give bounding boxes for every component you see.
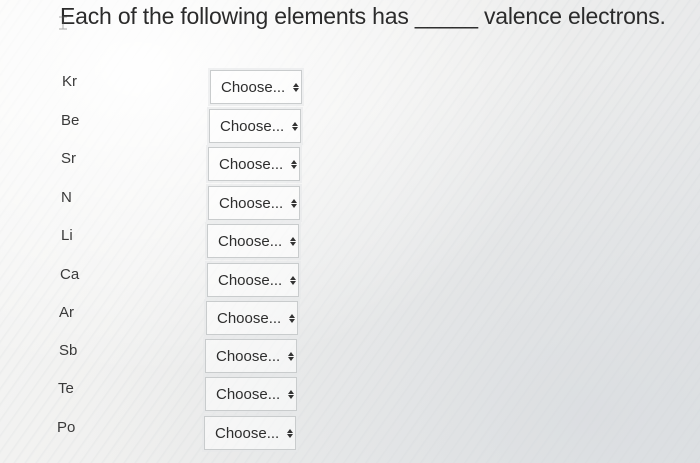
list-item: Ca Choose... <box>0 262 700 300</box>
element-label: Li <box>61 227 73 244</box>
element-label: Po <box>57 419 76 436</box>
answer-select[interactable]: Choose... <box>210 70 302 104</box>
matching-list: Kr Choose... Be Choose... Sr Choose... N… <box>0 0 700 463</box>
up-down-chevron-icon <box>288 350 295 362</box>
up-down-chevron-icon <box>292 120 299 132</box>
up-down-chevron-icon <box>293 81 300 93</box>
answer-select[interactable]: Choose... <box>206 301 298 335</box>
answer-select[interactable]: Choose... <box>207 224 299 258</box>
element-label: Ar <box>59 304 74 321</box>
element-label: Ca <box>60 266 80 283</box>
select-value: Choose... <box>215 424 280 442</box>
up-down-chevron-icon <box>291 197 298 209</box>
up-down-chevron-icon <box>290 274 297 286</box>
up-down-chevron-icon <box>288 388 295 400</box>
element-label: N <box>61 189 72 206</box>
select-value: Choose... <box>219 155 284 173</box>
up-down-chevron-icon <box>287 427 294 439</box>
list-item: Po Choose... <box>0 415 700 453</box>
select-value: Choose... <box>220 117 285 135</box>
list-item: Be Choose... <box>0 108 700 146</box>
select-value: Choose... <box>218 232 283 250</box>
element-label: Kr <box>62 73 77 90</box>
element-label: Be <box>61 112 80 129</box>
list-item: Kr Choose... <box>0 69 700 107</box>
answer-select[interactable]: Choose... <box>209 109 301 143</box>
element-label: Sr <box>61 150 76 167</box>
list-item: N Choose... <box>0 185 700 223</box>
up-down-chevron-icon <box>290 235 297 247</box>
select-value: Choose... <box>217 309 282 327</box>
element-label: Te <box>58 380 74 397</box>
select-value: Choose... <box>221 78 286 96</box>
select-value: Choose... <box>216 385 281 403</box>
select-value: Choose... <box>216 347 281 365</box>
answer-select[interactable]: Choose... <box>204 416 296 450</box>
element-label: Sb <box>59 342 78 359</box>
list-item: Ar Choose... <box>0 300 700 338</box>
list-item: Li Choose... <box>0 223 700 261</box>
up-down-chevron-icon <box>289 312 296 324</box>
answer-select[interactable]: Choose... <box>205 377 297 411</box>
answer-select[interactable]: Choose... <box>208 147 300 181</box>
up-down-chevron-icon <box>291 158 298 170</box>
select-value: Choose... <box>218 271 283 289</box>
list-item: Sb Choose... <box>0 338 700 376</box>
answer-select[interactable]: Choose... <box>205 339 297 373</box>
list-item: Te Choose... <box>0 376 700 414</box>
select-value: Choose... <box>219 194 284 212</box>
answer-select[interactable]: Choose... <box>208 186 300 220</box>
list-item: Sr Choose... <box>0 146 700 184</box>
answer-select[interactable]: Choose... <box>207 263 299 297</box>
